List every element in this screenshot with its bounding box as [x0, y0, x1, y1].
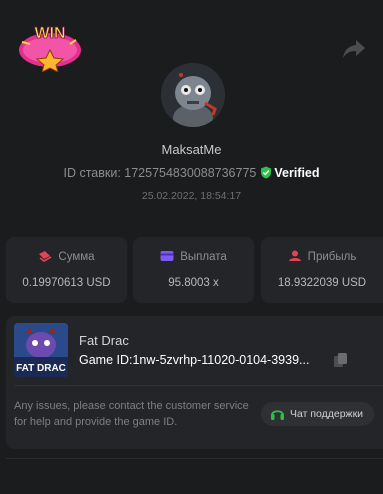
stat-profit-label: Прибыль: [307, 251, 357, 263]
bottom-divider: [6, 458, 383, 459]
stat-amount: Сумма 0.19970613 USD: [6, 237, 127, 303]
username: MaksatMe: [161, 142, 222, 157]
stat-payout-value: 95.8003 x: [168, 277, 219, 289]
stat-amount-value: 0.19970613 USD: [22, 277, 111, 289]
card-divider: [14, 385, 383, 386]
avatar: [161, 63, 225, 127]
coins-icon: [39, 251, 52, 262]
stat-amount-label: Сумма: [58, 251, 95, 263]
bet-id-row: ID ставки: 1725754830088736775 Verified: [0, 166, 383, 180]
verified-label: Verified: [274, 166, 320, 180]
game-thumb-text: FAT DRAC: [16, 363, 66, 374]
stat-profit: Прибыль 18.9322039 USD: [261, 237, 383, 303]
support-chat-label: Чат поддержки: [290, 408, 364, 420]
game-title: Fat Drac: [79, 333, 129, 348]
game-thumbnail[interactable]: FAT DRAC: [14, 323, 68, 377]
bet-datetime: 25.02.2022, 18:54:17: [141, 190, 242, 202]
copy-icon: [334, 353, 347, 367]
stat-payout-label: Выплата: [180, 251, 227, 263]
stat-payout: Выплата 95.8003 x: [133, 237, 254, 303]
profit-icon: [288, 250, 301, 261]
win-badge-text: WIN: [34, 25, 65, 42]
share-icon: [343, 40, 365, 58]
support-text: Any issues, please contact the customer …: [14, 400, 249, 428]
headset-icon: [271, 410, 284, 420]
win-badge: WIN: [16, 20, 84, 73]
share-button[interactable]: [342, 38, 366, 60]
support-chat-button[interactable]: Чат поддержки: [261, 402, 374, 426]
game-id: Game ID:1nw-5zvrhp-11020-0104-3939...: [79, 353, 310, 367]
game-card: FAT DRAC Fat Drac Game ID:1nw-5zvrhp-110…: [6, 316, 383, 449]
stat-profit-value: 18.9322039 USD: [277, 277, 367, 289]
wallet-icon: [160, 251, 174, 261]
bet-id: ID ставки: 1725754830088736775: [63, 166, 257, 180]
copy-button[interactable]: [333, 352, 349, 368]
verified-icon: [261, 166, 272, 179]
